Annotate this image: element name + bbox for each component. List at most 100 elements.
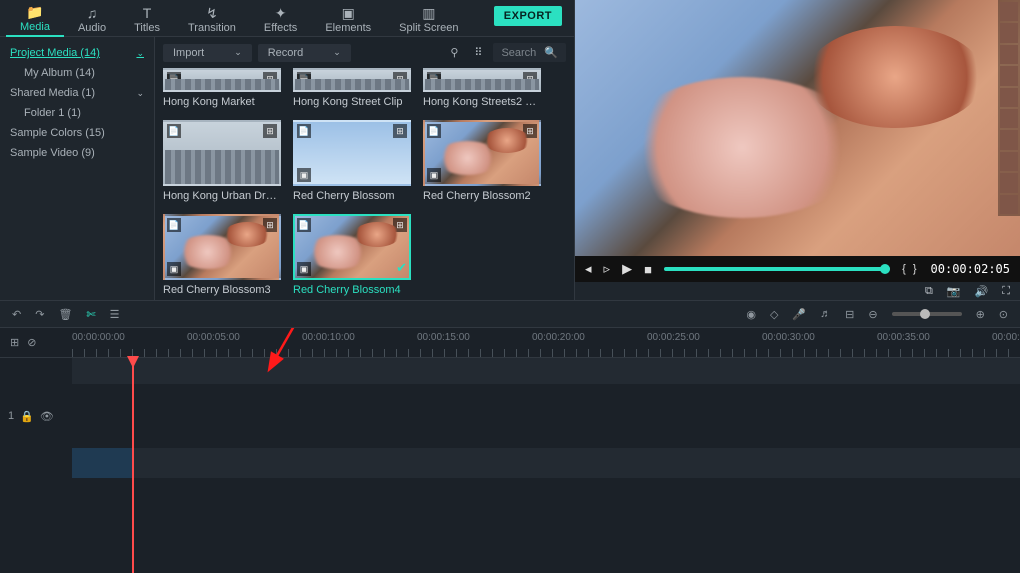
sidebar-item-sample-video[interactable]: Sample Video (9) — [4, 143, 154, 163]
thumb-overlay-icon: ⊞ — [263, 124, 277, 138]
media-browser: Import ⌄ Record ⌄ ⚲ ⠿ Search 🔍 — [155, 37, 574, 300]
zoom-slider[interactable] — [892, 312, 962, 316]
track-index: 1 — [8, 410, 14, 422]
media-thumb[interactable]: 📄⊞▣Red Cherry Blossom — [293, 120, 411, 202]
tab-effects[interactable]: ✦ Effects — [250, 0, 311, 37]
ruler-tick: 00:00:35:00 — [877, 332, 930, 343]
stop-icon[interactable]: ■ — [644, 262, 652, 277]
tab-label: Elements — [325, 22, 371, 34]
quality-icon[interactable]: ⧉ — [925, 285, 933, 298]
media-thumb[interactable]: 📄⊞▣Hong Kong Urban Drone — [163, 120, 281, 202]
effects-icon: ✦ — [275, 5, 287, 21]
search-placeholder: Search — [501, 47, 536, 59]
sidebar-item-label: Sample Colors (15) — [10, 125, 105, 141]
sidebar-item-label: Folder 1 (1) — [24, 105, 81, 121]
export-button[interactable]: EXPORT — [494, 6, 562, 26]
sidebar-item-label: My Album (14) — [24, 65, 95, 81]
chevron-down-icon: ⌄ — [136, 85, 144, 101]
timeline-audio-clip[interactable] — [72, 448, 132, 478]
thumb-overlay-icon: ▣ — [297, 74, 311, 88]
media-thumb[interactable]: 📄⊞▣Hong Kong Streets2 Clip — [423, 68, 541, 108]
prev-frame-icon[interactable]: ◂ — [585, 261, 592, 277]
media-thumb[interactable]: 📄⊞▣Hong Kong Market — [163, 68, 281, 108]
tab-label: Audio — [78, 22, 106, 34]
tab-split-screen[interactable]: ▥ Split Screen — [385, 0, 472, 37]
dropdown-label: Import — [173, 47, 204, 59]
chevron-down-icon: ⌄ — [333, 47, 341, 58]
ruler-tick: 00:00:05:00 — [187, 332, 240, 343]
sidebar-item-sample-colors[interactable]: Sample Colors (15) — [4, 123, 154, 143]
add-track-icon[interactable]: ⊞ — [10, 336, 19, 349]
thumb-overlay-icon: 📄 — [297, 218, 311, 232]
preview-viewport[interactable] — [575, 0, 1020, 256]
play-icon[interactable]: ▶ — [622, 261, 632, 277]
thumb-title: Red Cherry Blossom — [293, 190, 411, 202]
media-thumb[interactable]: 📄⊞▣Hong Kong Street Clip — [293, 68, 411, 108]
import-dropdown[interactable]: Import ⌄ — [163, 44, 252, 62]
music-icon: ♫ — [87, 5, 98, 21]
thumb-overlay-icon: ▣ — [427, 74, 441, 88]
grid-view-icon[interactable]: ⠿ — [469, 46, 487, 59]
thumb-overlay-icon: ⊞ — [263, 72, 277, 86]
sidebar-item-project-media[interactable]: Project Media (14) ⌄ — [4, 43, 154, 63]
thumb-title: Hong Kong Market — [163, 96, 281, 108]
search-input[interactable]: Search 🔍 — [493, 43, 566, 62]
tab-label: Split Screen — [399, 22, 458, 34]
track-lanes[interactable]: R d Ch — [72, 358, 1020, 573]
sidebar-item-label: Shared Media (1) — [10, 85, 95, 101]
thumb-overlay-icon: ⊞ — [523, 124, 537, 138]
snapshot-icon[interactable]: 📷 — [947, 285, 961, 298]
record-dropdown[interactable]: Record ⌄ — [258, 44, 351, 62]
thumb-title: Hong Kong Streets2 Clip — [423, 96, 541, 108]
thumb-overlay-icon: ▣ — [167, 74, 181, 88]
next-frame-icon[interactable]: ▹ — [604, 261, 611, 277]
thumb-title: Red Cherry Blossom2 — [423, 190, 541, 202]
progress-bar[interactable] — [664, 267, 890, 271]
filter-icon[interactable]: ⚲ — [445, 46, 463, 59]
tab-audio[interactable]: ♫ Audio — [64, 0, 120, 37]
playhead[interactable] — [132, 358, 134, 573]
in-out-bracket-icon[interactable]: { } — [902, 263, 918, 275]
ruler-tick: 00:00:30:00 — [762, 332, 815, 343]
visibility-icon[interactable]: 👁 — [40, 410, 54, 423]
track-headers: 1 🔒 👁 — [0, 358, 72, 573]
tab-titles[interactable]: T Titles — [120, 0, 174, 37]
media-thumb[interactable]: 📄⊞▣Red Cherry Blossom3 — [163, 214, 281, 296]
check-icon: ✔ — [396, 260, 407, 276]
media-thumb[interactable]: 📄⊞▣✔Red Cherry Blossom4 — [293, 214, 411, 296]
preview-filmstrip — [998, 0, 1020, 216]
transport-bar: ◂ ▹ ▶ ■ { } 00:00:02:05 — [575, 256, 1020, 282]
tab-transition[interactable]: ↯ Transition — [174, 0, 250, 37]
chevron-down-icon: ⌄ — [234, 47, 242, 58]
redo-icon[interactable]: ↷ — [35, 308, 44, 321]
cut-icon[interactable]: ✄ — [86, 308, 95, 321]
text-icon: T — [143, 5, 152, 21]
sidebar-item-my-album[interactable]: My Album (14) — [4, 63, 154, 83]
elements-icon: ▣ — [342, 5, 355, 21]
zoom-out-icon[interactable]: ⊖ — [868, 308, 877, 321]
media-thumb[interactable]: 📄⊞▣Red Cherry Blossom2 — [423, 120, 541, 202]
zoom-fit-icon[interactable]: ⊙ — [999, 308, 1008, 321]
zoom-in-icon[interactable]: ⊕ — [976, 308, 985, 321]
tab-elements[interactable]: ▣ Elements — [311, 0, 385, 37]
tab-label: Effects — [264, 22, 297, 34]
tab-media[interactable]: 📁 Media — [6, 0, 64, 37]
ruler-tick: 00:00:20:00 — [532, 332, 585, 343]
undo-icon[interactable]: ↶ — [12, 308, 21, 321]
voice-icon[interactable]: 🎤 — [792, 308, 806, 321]
settings-icon[interactable]: ☰ — [110, 308, 120, 321]
link-icon[interactable]: ⊟ — [845, 308, 854, 321]
sidebar-item-shared-media[interactable]: Shared Media (1) ⌄ — [4, 83, 154, 103]
render-icon[interactable]: ◉ — [746, 308, 756, 321]
timeline-ruler[interactable]: 00:00:00:0000:00:05:0000:00:10:0000:00:1… — [72, 328, 1020, 357]
volume-icon[interactable]: 🔊 — [975, 285, 989, 298]
audio-mixer-icon[interactable]: ♬ — [820, 308, 831, 320]
link-selection-icon[interactable]: ⊘ — [27, 336, 36, 349]
fullscreen-icon[interactable]: ⛶ — [1002, 285, 1010, 298]
thumb-overlay-icon: ⊞ — [263, 218, 277, 232]
marker-icon[interactable]: ◇ — [770, 308, 778, 321]
lock-icon[interactable]: 🔒 — [20, 410, 34, 423]
delete-icon[interactable]: 🗑 — [58, 308, 72, 321]
thumb-overlay-icon: ▣ — [427, 168, 441, 182]
sidebar-item-folder1[interactable]: Folder 1 (1) — [4, 103, 154, 123]
